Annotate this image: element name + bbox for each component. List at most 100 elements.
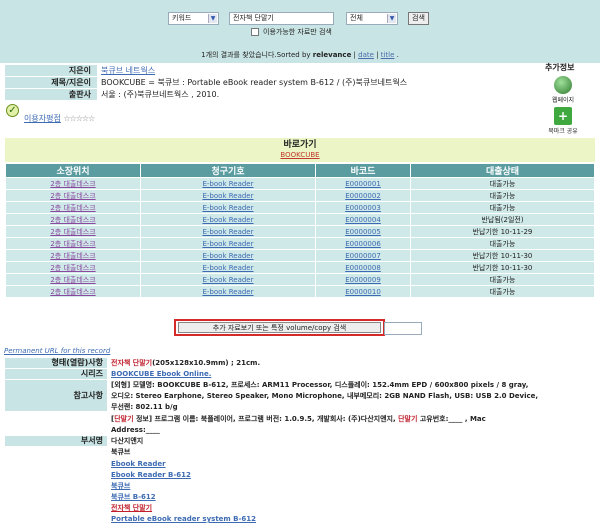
publisher-label: 출판사 xyxy=(5,89,97,100)
table-cell: 2층 대출데스크 xyxy=(5,189,141,202)
notes-highlight-2: 단말기 xyxy=(398,415,418,423)
barcode-link[interactable]: E0000004 xyxy=(345,216,381,224)
call-number-link[interactable]: E-book Reader xyxy=(202,264,253,272)
call-number-link[interactable]: E-book Reader xyxy=(202,204,253,212)
table-cell: E0000009 xyxy=(315,273,411,286)
table-cell: E0000002 xyxy=(315,189,411,202)
sorted-by-label: Sorted by xyxy=(276,51,311,59)
location-link[interactable]: 2층 대출데스크 xyxy=(50,228,95,236)
rating-stars[interactable]: ☆☆☆☆☆ xyxy=(63,114,95,123)
chevron-down-icon: ▼ xyxy=(208,14,217,23)
notes-line-3: 무선랜: 802.11 b/g xyxy=(111,403,178,411)
status-text: 반납기한 10-11-29 xyxy=(472,227,533,236)
call-number-link[interactable]: E-book Reader xyxy=(202,252,253,260)
search-type-value: 키워드 xyxy=(172,14,192,22)
volume-copy-input[interactable] xyxy=(384,322,422,335)
physical-description-label: 형태(열람)사항 xyxy=(5,358,107,368)
status-text: 대출가능 xyxy=(489,275,516,284)
notes-line-2: 오디오: Stereo Earphone, Stereo Speaker, Mo… xyxy=(111,392,539,400)
location-link[interactable]: 2층 대출데스크 xyxy=(50,264,95,272)
table-cell: 반납기한 10-11-29 xyxy=(410,225,595,238)
barcode-link[interactable]: E0000009 xyxy=(345,276,381,284)
publisher-value: 서울 : (주)북큐브네트웍스 , 2010. xyxy=(101,90,220,99)
series-link[interactable]: BOOKCUBE Ebook Online. xyxy=(111,369,211,379)
results-count: 1개의 결과를 찾았습니다. xyxy=(201,51,277,59)
status-text: 반납됨(2일전) xyxy=(481,215,524,224)
barcode-link[interactable]: E0000003 xyxy=(345,204,381,212)
call-number-link[interactable]: E-book Reader xyxy=(202,288,253,296)
subject-link[interactable]: Ebook Reader B-612 xyxy=(111,470,191,480)
author-label: 지은이 xyxy=(5,65,97,76)
location-link[interactable]: 2층 대출데스크 xyxy=(50,216,95,224)
barcode-link[interactable]: E0000006 xyxy=(345,240,381,248)
subject-link[interactable]: Ebook Reader xyxy=(111,459,166,469)
holdings-header-row: 소장위치 청구기호 바코드 대출상태 xyxy=(5,163,595,178)
table-cell: E0000006 xyxy=(315,237,411,250)
table-cell: 2층 대출데스크 xyxy=(5,249,141,262)
table-cell: E0000007 xyxy=(315,249,411,262)
search-button[interactable]: 검색 xyxy=(408,12,429,25)
barcode-link[interactable]: E0000005 xyxy=(345,228,381,236)
status-text: 대출가능 xyxy=(489,287,516,296)
location-link[interactable]: 2층 대출데스크 xyxy=(50,276,95,284)
user-rating: 이용자평점 ☆☆☆☆☆ xyxy=(24,113,95,124)
table-cell: 대출가능 xyxy=(410,237,595,250)
table-cell: E-book Reader xyxy=(140,201,316,214)
sort-date-link[interactable]: date xyxy=(358,51,374,59)
barcode-link[interactable]: E0000002 xyxy=(345,192,381,200)
column-header-barcode: 바코드 xyxy=(315,163,411,178)
table-cell: E-book Reader xyxy=(140,189,316,202)
table-cell: 반납됨(2일전) xyxy=(410,213,595,226)
table-cell: E-book Reader xyxy=(140,261,316,274)
call-number-link[interactable]: E-book Reader xyxy=(202,276,253,284)
subject-link[interactable]: Portable eBook reader system B-612 xyxy=(111,514,256,524)
globe-icon xyxy=(554,76,572,94)
webpage-button[interactable]: 웹페이지 xyxy=(545,76,581,104)
available-only-checkbox[interactable] xyxy=(251,28,259,36)
search-type-select[interactable]: 키워드 ▼ xyxy=(168,12,219,25)
call-number-link[interactable]: E-book Reader xyxy=(202,216,253,224)
title-value: BOOKCUBE = 북큐브 : Portable eBook reader s… xyxy=(101,78,408,87)
barcode-link[interactable]: E0000007 xyxy=(345,252,381,260)
location-link[interactable]: 2층 대출데스크 xyxy=(50,180,95,188)
shortcut-link[interactable]: BOOKCUBE xyxy=(5,151,595,160)
location-link[interactable]: 2층 대출데스크 xyxy=(50,192,95,200)
column-header-call-number: 청구기호 xyxy=(140,163,316,178)
sort-relevance: relevance xyxy=(312,51,352,59)
barcode-link[interactable]: E0000008 xyxy=(345,264,381,272)
subject-link[interactable]: 북큐브 B-612 xyxy=(111,492,156,502)
call-number-link[interactable]: E-book Reader xyxy=(202,240,253,248)
table-row: 2층 대출데스크 E-book Reader E0000010 대출가능 xyxy=(5,285,595,298)
table-cell: 대출가능 xyxy=(410,273,595,286)
series-label: 시리즈 xyxy=(5,369,107,379)
status-text: 대출가능 xyxy=(489,179,516,188)
sort-title-link[interactable]: title xyxy=(381,51,395,59)
call-number-link[interactable]: E-book Reader xyxy=(202,180,253,188)
search-input-value: 전자책 단말기 xyxy=(233,14,274,22)
table-cell: E-book Reader xyxy=(140,249,316,262)
author-link[interactable]: 북큐브 네트웍스 xyxy=(101,65,155,76)
table-cell: E-book Reader xyxy=(140,225,316,238)
permanent-url-link[interactable]: Permanent URL for this record xyxy=(4,347,110,355)
table-cell: 대출가능 xyxy=(410,177,595,190)
table-cell: 2층 대출데스크 xyxy=(5,237,141,250)
call-number-link[interactable]: E-book Reader xyxy=(202,192,253,200)
barcode-link[interactable]: E0000001 xyxy=(345,180,381,188)
table-cell: 대출가능 xyxy=(410,201,595,214)
search-scope-select[interactable]: 전체 ▼ xyxy=(346,12,398,25)
location-link[interactable]: 2층 대출데스크 xyxy=(50,288,95,296)
location-link[interactable]: 2층 대출데스크 xyxy=(50,204,95,212)
table-cell: 2층 대출데스크 xyxy=(5,285,141,298)
location-link[interactable]: 2층 대출데스크 xyxy=(50,252,95,260)
search-input[interactable]: 전자책 단말기 xyxy=(229,12,334,25)
bookmark-share-button[interactable]: + 북마크 공유 xyxy=(545,107,581,135)
subject-link[interactable]: 북큐브 xyxy=(111,481,130,491)
subject-link[interactable]: 전자책 단말기 xyxy=(111,503,152,513)
call-number-link[interactable]: E-book Reader xyxy=(202,228,253,236)
table-row: 2층 대출데스크 E-book Reader E0000003 대출가능 xyxy=(5,201,595,214)
user-rating-link[interactable]: 이용자평점 xyxy=(24,114,61,123)
barcode-link[interactable]: E0000010 xyxy=(345,288,381,296)
more-items-button[interactable]: 추가 자료보기 또는 특정 volume/copy 검색 xyxy=(178,322,381,333)
table-cell: 대출가능 xyxy=(410,285,595,298)
location-link[interactable]: 2층 대출데스크 xyxy=(50,240,95,248)
